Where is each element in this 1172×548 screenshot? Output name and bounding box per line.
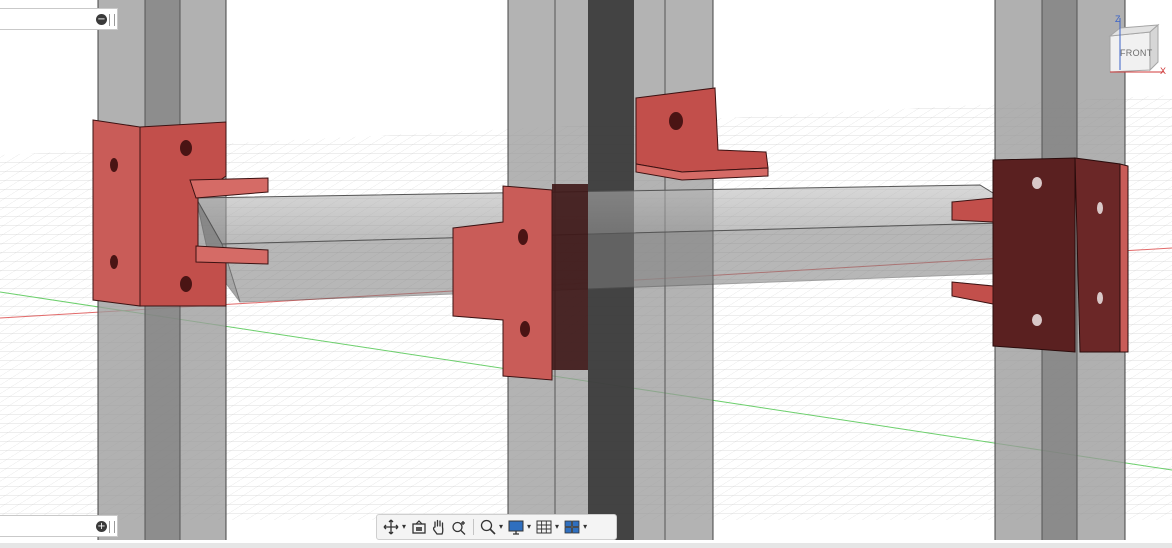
navigation-toolbar: ▾ ▾ ▾ ▾ ▾ bbox=[376, 514, 617, 540]
look-at-icon bbox=[412, 520, 426, 534]
toolbar-divider bbox=[473, 519, 475, 535]
expand-comments-button[interactable]: + bbox=[96, 521, 107, 532]
z-axis-label: Z bbox=[1115, 14, 1121, 24]
view-cube[interactable]: FRONT Z X bbox=[1098, 14, 1172, 84]
comments-panel: + bbox=[0, 515, 118, 537]
orbit-button[interactable] bbox=[381, 517, 401, 537]
grid-snaps-button[interactable] bbox=[534, 517, 554, 537]
grid-snaps-icon bbox=[536, 520, 552, 534]
viewports-caret[interactable]: ▾ bbox=[583, 517, 587, 537]
look-at-button[interactable] bbox=[409, 517, 429, 537]
x-axis-label: X bbox=[1160, 66, 1167, 76]
view-cube-front-label: FRONT bbox=[1120, 48, 1153, 58]
fit-dropdown-caret[interactable]: ▾ bbox=[499, 517, 503, 537]
browser-panel: − bbox=[0, 8, 118, 30]
pan-hand-icon bbox=[432, 519, 444, 535]
fit-zoom-window-icon bbox=[480, 519, 496, 535]
panel-grip-handle[interactable] bbox=[109, 521, 115, 533]
grid-snaps-caret[interactable]: ▾ bbox=[555, 517, 559, 537]
display-settings-button[interactable] bbox=[506, 517, 526, 537]
zoom-button[interactable] bbox=[449, 517, 469, 537]
viewports-button[interactable] bbox=[562, 517, 582, 537]
collapse-browser-button[interactable]: − bbox=[96, 14, 107, 25]
orbit-dropdown-caret[interactable]: ▾ bbox=[402, 517, 406, 537]
pan-button[interactable] bbox=[429, 517, 449, 537]
panel-grip-handle[interactable] bbox=[109, 14, 115, 26]
orbit-icon bbox=[383, 519, 399, 535]
bottom-edge-bar bbox=[0, 543, 1172, 548]
fit-button[interactable] bbox=[478, 517, 498, 537]
viewports-icon bbox=[564, 520, 580, 534]
zoom-icon bbox=[452, 521, 466, 535]
scene-svg bbox=[0, 0, 1172, 540]
display-settings-caret[interactable]: ▾ bbox=[527, 517, 531, 537]
display-settings-icon bbox=[508, 520, 524, 535]
3d-canvas-viewport[interactable] bbox=[0, 0, 1172, 548]
